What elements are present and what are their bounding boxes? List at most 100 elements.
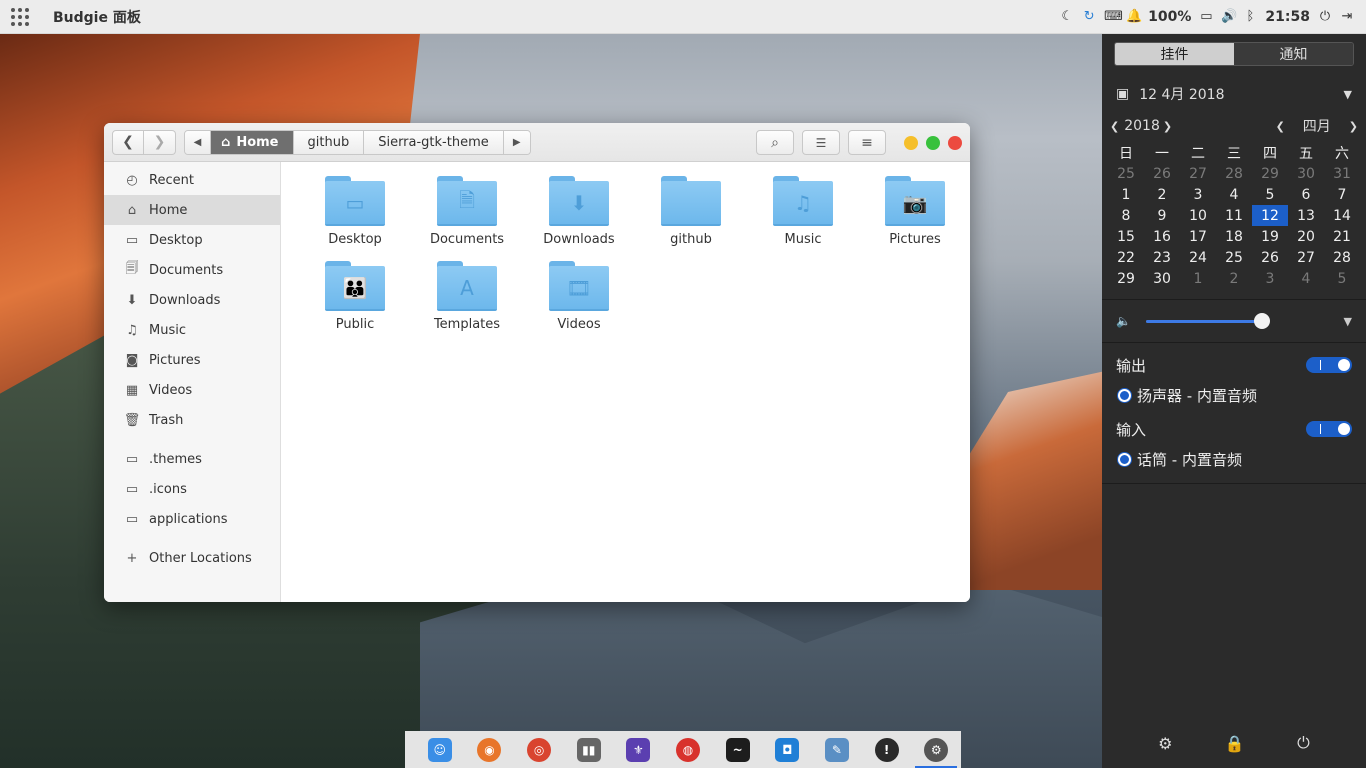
calendar-day[interactable]: 4: [1216, 184, 1252, 205]
path-segment-sierra[interactable]: Sierra-gtk-theme: [364, 130, 504, 154]
calendar-day[interactable]: 27: [1288, 247, 1324, 268]
battery-icon[interactable]: ▭: [1199, 9, 1213, 24]
sidebar-item-home[interactable]: ⌂ Home: [104, 195, 280, 225]
volume-slider[interactable]: [1146, 312, 1271, 329]
forward-button[interactable]: ❯: [144, 129, 176, 155]
radio-selected-icon[interactable]: [1118, 452, 1131, 466]
calendar-day[interactable]: 30: [1288, 163, 1324, 184]
next-year-button[interactable]: ❯: [1163, 120, 1172, 133]
calendar-day[interactable]: 15: [1108, 226, 1144, 247]
settings-gear-icon[interactable]: ⚙: [1158, 734, 1172, 753]
sidebar-bookmark-icons[interactable]: ▭ .icons: [104, 474, 280, 504]
calendar-day[interactable]: 6: [1288, 184, 1324, 205]
calendar-day[interactable]: 14: [1324, 205, 1360, 226]
calendar-day[interactable]: 28: [1324, 247, 1360, 268]
bell-icon[interactable]: 🔔: [1126, 9, 1142, 24]
calendar-day[interactable]: 21: [1324, 226, 1360, 247]
calendar-day[interactable]: 8: [1108, 205, 1144, 226]
calendar-day[interactable]: 27: [1180, 163, 1216, 184]
tab-notifications[interactable]: 通知: [1234, 43, 1353, 65]
calendar-day[interactable]: 11: [1216, 205, 1252, 226]
volume-icon[interactable]: 🔊: [1221, 9, 1237, 24]
calendar-header[interactable]: ▣ 12 4月 2018 ▼: [1102, 74, 1366, 114]
dock-item-chrome[interactable]: ◎: [514, 731, 564, 768]
calendar-day[interactable]: 7: [1324, 184, 1360, 205]
calendar-day[interactable]: 16: [1144, 226, 1180, 247]
minimize-button[interactable]: [904, 135, 918, 150]
calendar-day[interactable]: 9: [1144, 205, 1180, 226]
folder-item-github[interactable]: github: [635, 176, 747, 247]
calendar-day[interactable]: 18: [1216, 226, 1252, 247]
dock-item-terminal-monitor[interactable]: ~: [713, 731, 763, 768]
radio-selected-icon[interactable]: [1118, 388, 1131, 402]
calendar-day[interactable]: 28: [1216, 163, 1252, 184]
dock-item-launcher[interactable]: !: [862, 731, 912, 768]
calendar-day[interactable]: 26: [1144, 163, 1180, 184]
calendar-day[interactable]: 19: [1252, 226, 1288, 247]
calendar-day[interactable]: 2: [1144, 184, 1180, 205]
next-month-button[interactable]: ❯: [1349, 120, 1358, 133]
menu-button[interactable]: ≡: [848, 130, 886, 155]
expand-icon[interactable]: ▼: [1344, 315, 1352, 328]
path-scroll-left[interactable]: ◀: [185, 130, 211, 154]
calendar-day-today[interactable]: 12: [1252, 205, 1288, 226]
calendar-day[interactable]: 20: [1288, 226, 1324, 247]
app-menu-button[interactable]: [0, 0, 40, 34]
sidebar-item-trash[interactable]: 🗑 Trash: [104, 405, 280, 435]
input-device[interactable]: 话筒 - 内置音频: [1116, 443, 1352, 475]
battery-percent[interactable]: 100%: [1148, 9, 1191, 25]
tab-widgets[interactable]: 挂件: [1115, 43, 1234, 65]
back-button[interactable]: ❮: [112, 129, 144, 155]
calendar-day[interactable]: 24: [1180, 247, 1216, 268]
close-button[interactable]: [948, 135, 962, 150]
folder-item-templates[interactable]: A Templates: [411, 261, 523, 332]
folder-item-music[interactable]: ♫ Music: [747, 176, 859, 247]
dock-item-firefox[interactable]: ◉: [465, 731, 515, 768]
calendar-day[interactable]: 25: [1108, 163, 1144, 184]
sync-icon[interactable]: ↻: [1082, 9, 1096, 24]
dock-item-blue-app[interactable]: ◘: [762, 731, 812, 768]
calendar-day[interactable]: 5: [1252, 184, 1288, 205]
calendar-day[interactable]: 13: [1288, 205, 1324, 226]
dock-item-netease-music[interactable]: ◍: [663, 731, 713, 768]
clock[interactable]: 21:58: [1265, 9, 1310, 25]
slider-handle[interactable]: [1254, 312, 1271, 329]
calendar-day[interactable]: 3: [1180, 184, 1216, 205]
folder-item-downloads[interactable]: ⬇ Downloads: [523, 176, 635, 247]
prev-year-button[interactable]: ❮: [1110, 120, 1119, 133]
sidebar-item-desktop[interactable]: ▭ Desktop: [104, 225, 280, 255]
calendar-day[interactable]: 30: [1144, 268, 1180, 289]
folder-item-videos[interactable]: 🎞 Videos: [523, 261, 635, 332]
search-button[interactable]: ⌕: [756, 130, 794, 155]
lock-icon[interactable]: 🔒: [1225, 734, 1245, 753]
sidebar-item-music[interactable]: ♫ Music: [104, 315, 280, 345]
calendar-day[interactable]: 26: [1252, 247, 1288, 268]
calendar-day[interactable]: 17: [1180, 226, 1216, 247]
sidebar-item-downloads[interactable]: ⬇ Downloads: [104, 285, 280, 315]
sidebar-bookmark-themes[interactable]: ▭ .themes: [104, 444, 280, 474]
path-segment-home[interactable]: ⌂ Home: [211, 130, 294, 154]
power-icon[interactable]: ⏻: [1318, 9, 1332, 24]
power-icon[interactable]: ⏻: [1297, 733, 1310, 753]
calendar-day[interactable]: 2: [1216, 268, 1252, 289]
calendar-day[interactable]: 31: [1324, 163, 1360, 184]
calendar-day[interactable]: 1: [1180, 268, 1216, 289]
dock-item-preview[interactable]: ✎: [812, 731, 862, 768]
keyboard-icon[interactable]: ⌨: [1104, 9, 1123, 24]
calendar-day[interactable]: 5: [1324, 268, 1360, 289]
dock-item-settings[interactable]: ⚙: [911, 731, 961, 768]
output-device[interactable]: 扬声器 - 内置音频: [1116, 379, 1352, 411]
path-segment-github[interactable]: github: [293, 130, 365, 154]
calendar-day[interactable]: 22: [1108, 247, 1144, 268]
moon-icon[interactable]: ☾: [1060, 9, 1074, 24]
maximize-button[interactable]: [926, 135, 940, 150]
sidebar-item-videos[interactable]: ▦ Videos: [104, 375, 280, 405]
calendar-day[interactable]: 1: [1108, 184, 1144, 205]
calendar-day[interactable]: 23: [1144, 247, 1180, 268]
folder-item-documents[interactable]: 🗎 Documents: [411, 176, 523, 247]
calendar-day[interactable]: 25: [1216, 247, 1252, 268]
folder-item-desktop[interactable]: ▭ Desktop: [299, 176, 411, 247]
calendar-day[interactable]: 29: [1252, 163, 1288, 184]
dock-item-app-purple[interactable]: ⚜: [614, 731, 664, 768]
collapse-icon[interactable]: ▼: [1344, 88, 1352, 101]
